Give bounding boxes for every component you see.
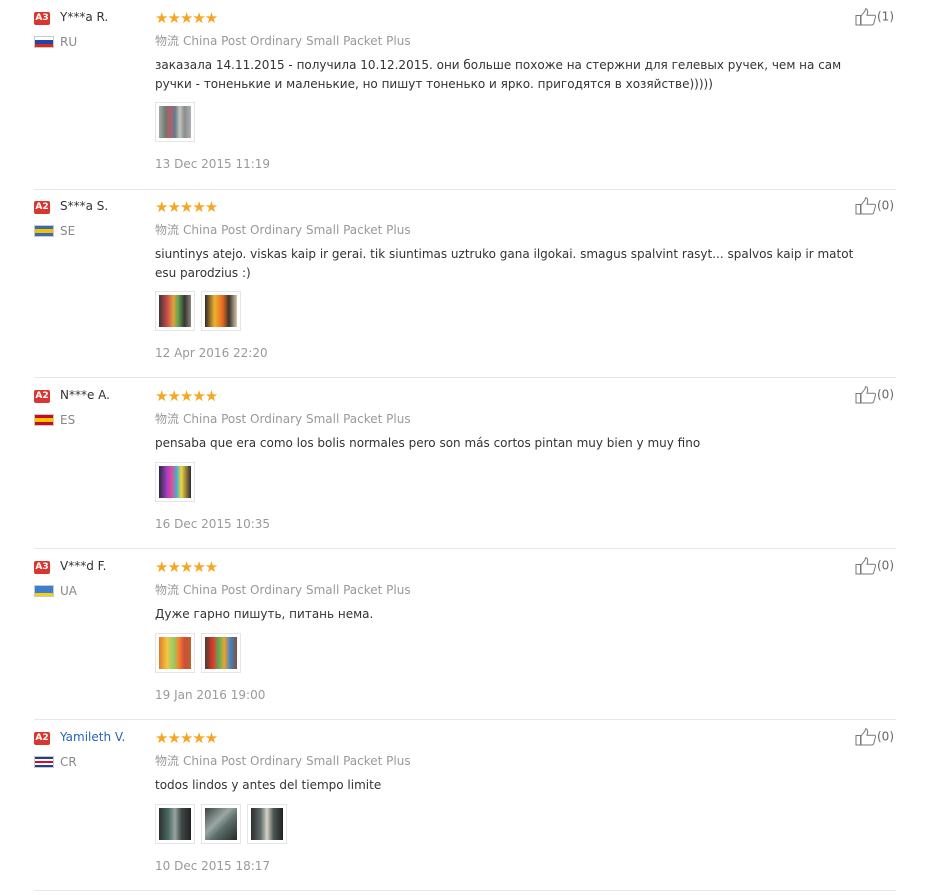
thumbs-up-icon <box>855 386 877 404</box>
review-photo-thumbnail[interactable] <box>155 633 195 673</box>
helpful-button[interactable]: (1) <box>855 8 894 26</box>
photo-image <box>159 106 191 138</box>
shipping-label: 物流 <box>155 583 180 597</box>
helpful-count: (0) <box>877 558 894 573</box>
thumbs-up-icon <box>855 8 877 26</box>
review-item: A2 Yamileth V. CR ★★★★★ 物流 China Post Ord… <box>34 728 896 891</box>
buyer-level-badge: A2 <box>34 201 50 214</box>
review-text: заказала 14.11.2015 - получила 10.12.201… <box>155 58 842 91</box>
thumbs-up-icon <box>855 557 877 575</box>
reviewer-name: N***e A. <box>60 388 110 402</box>
shipping-method-name: China Post Ordinary Small Packet Plus <box>183 412 411 426</box>
reviewer-country: ES <box>60 413 76 427</box>
buyer-level-badge: A2 <box>34 732 50 745</box>
review-text: pensaba que era como los bolis normales … <box>155 436 701 450</box>
shipping-label: 物流 <box>155 754 180 768</box>
country-flag-icon <box>34 585 54 597</box>
helpful-count: (0) <box>877 198 894 213</box>
star-rating: ★★★★★ <box>155 558 218 576</box>
reviewer-country: UA <box>60 584 77 598</box>
thumbs-up-icon <box>855 728 877 746</box>
helpful-count: (0) <box>877 729 894 744</box>
buyer-level-badge: A3 <box>34 12 50 25</box>
review-text: todos lindos y antes del tiempo limite <box>155 778 382 792</box>
review-date: 16 Dec 2015 10:35 <box>155 517 271 531</box>
reviewer-name: V***d F. <box>60 559 107 573</box>
country-flag-icon <box>34 414 54 426</box>
review-photo-thumbnail[interactable] <box>201 633 241 673</box>
reviewer-country: SE <box>60 224 76 238</box>
review-text: Дуже гарно пишуть, питань нема. <box>155 607 374 621</box>
review-photo-thumbnail[interactable] <box>155 804 195 844</box>
helpful-count: (1) <box>877 9 894 24</box>
shipping-method-name: China Post Ordinary Small Packet Plus <box>183 223 411 237</box>
shipping-method: 物流 China Post Ordinary Small Packet Plus <box>155 752 411 769</box>
review-date: 10 Dec 2015 18:17 <box>155 859 271 873</box>
star-rating: ★★★★★ <box>155 387 218 405</box>
photo-image <box>205 295 237 327</box>
country-flag-icon <box>34 225 54 237</box>
helpful-count: (0) <box>877 387 894 402</box>
star-rating: ★★★★★ <box>155 9 218 27</box>
shipping-label: 物流 <box>155 223 180 237</box>
review-text: siuntinys atejo. viskas kaip ir gerai. t… <box>155 247 854 280</box>
review-photo-thumbnail[interactable] <box>155 102 195 142</box>
shipping-method-name: China Post Ordinary Small Packet Plus <box>183 754 411 768</box>
review-photo-thumbnail[interactable] <box>201 804 241 844</box>
photo-image <box>159 808 191 840</box>
photo-image <box>159 295 191 327</box>
review-photo-thumbnail[interactable] <box>155 291 195 331</box>
photo-image <box>159 637 191 669</box>
photo-image <box>159 466 191 498</box>
country-flag-icon <box>34 36 54 48</box>
review-photo-thumbnail[interactable] <box>201 291 241 331</box>
review-date: 12 Apr 2016 22:20 <box>155 346 268 360</box>
reviewer-name: S***a S. <box>60 199 109 213</box>
country-flag-icon <box>34 756 54 768</box>
review-item: A2 S***a S. SE ★★★★★ 物流 China Post Ordina… <box>34 197 896 378</box>
helpful-button[interactable]: (0) <box>855 386 894 404</box>
shipping-method: 物流 China Post Ordinary Small Packet Plus <box>155 581 411 598</box>
review-photos <box>155 291 247 331</box>
review-date: 13 Dec 2015 11:19 <box>155 157 271 171</box>
review-photo-thumbnail[interactable] <box>247 804 287 844</box>
shipping-method: 物流 China Post Ordinary Small Packet Plus <box>155 221 411 238</box>
shipping-method: 物流 China Post Ordinary Small Packet Plus <box>155 410 411 427</box>
helpful-button[interactable]: (0) <box>855 557 894 575</box>
helpful-button[interactable]: (0) <box>855 197 894 215</box>
shipping-method-name: China Post Ordinary Small Packet Plus <box>183 34 411 48</box>
review-item: A3 Y***a R. RU ★★★★★ 物流 China Post Ordina… <box>34 8 896 190</box>
review-photos <box>155 102 201 142</box>
review-photos <box>155 633 247 673</box>
review-photos <box>155 804 293 844</box>
reviewer-name[interactable]: Yamileth V. <box>60 730 125 744</box>
reviewer-country: RU <box>60 35 78 49</box>
buyer-level-badge: A2 <box>34 390 50 403</box>
review-date: 19 Jan 2016 19:00 <box>155 688 266 702</box>
shipping-label: 物流 <box>155 34 180 48</box>
thumbs-up-icon <box>855 197 877 215</box>
photo-image <box>251 808 283 840</box>
review-item: A3 V***d F. UA ★★★★★ 物流 China Post Ordina… <box>34 557 896 720</box>
star-rating: ★★★★★ <box>155 198 218 216</box>
reviewer-name: Y***a R. <box>60 10 109 24</box>
shipping-method-name: China Post Ordinary Small Packet Plus <box>183 583 411 597</box>
star-rating: ★★★★★ <box>155 729 218 747</box>
shipping-method: 物流 China Post Ordinary Small Packet Plus <box>155 32 411 49</box>
review-photo-thumbnail[interactable] <box>155 462 195 502</box>
reviewer-country: CR <box>60 755 77 769</box>
shipping-label: 物流 <box>155 412 180 426</box>
photo-image <box>205 808 237 840</box>
review-photos <box>155 462 201 502</box>
buyer-level-badge: A3 <box>34 561 50 574</box>
helpful-button[interactable]: (0) <box>855 728 894 746</box>
review-item: A2 N***e A. ES ★★★★★ 物流 China Post Ordina… <box>34 386 896 549</box>
photo-image <box>205 637 237 669</box>
